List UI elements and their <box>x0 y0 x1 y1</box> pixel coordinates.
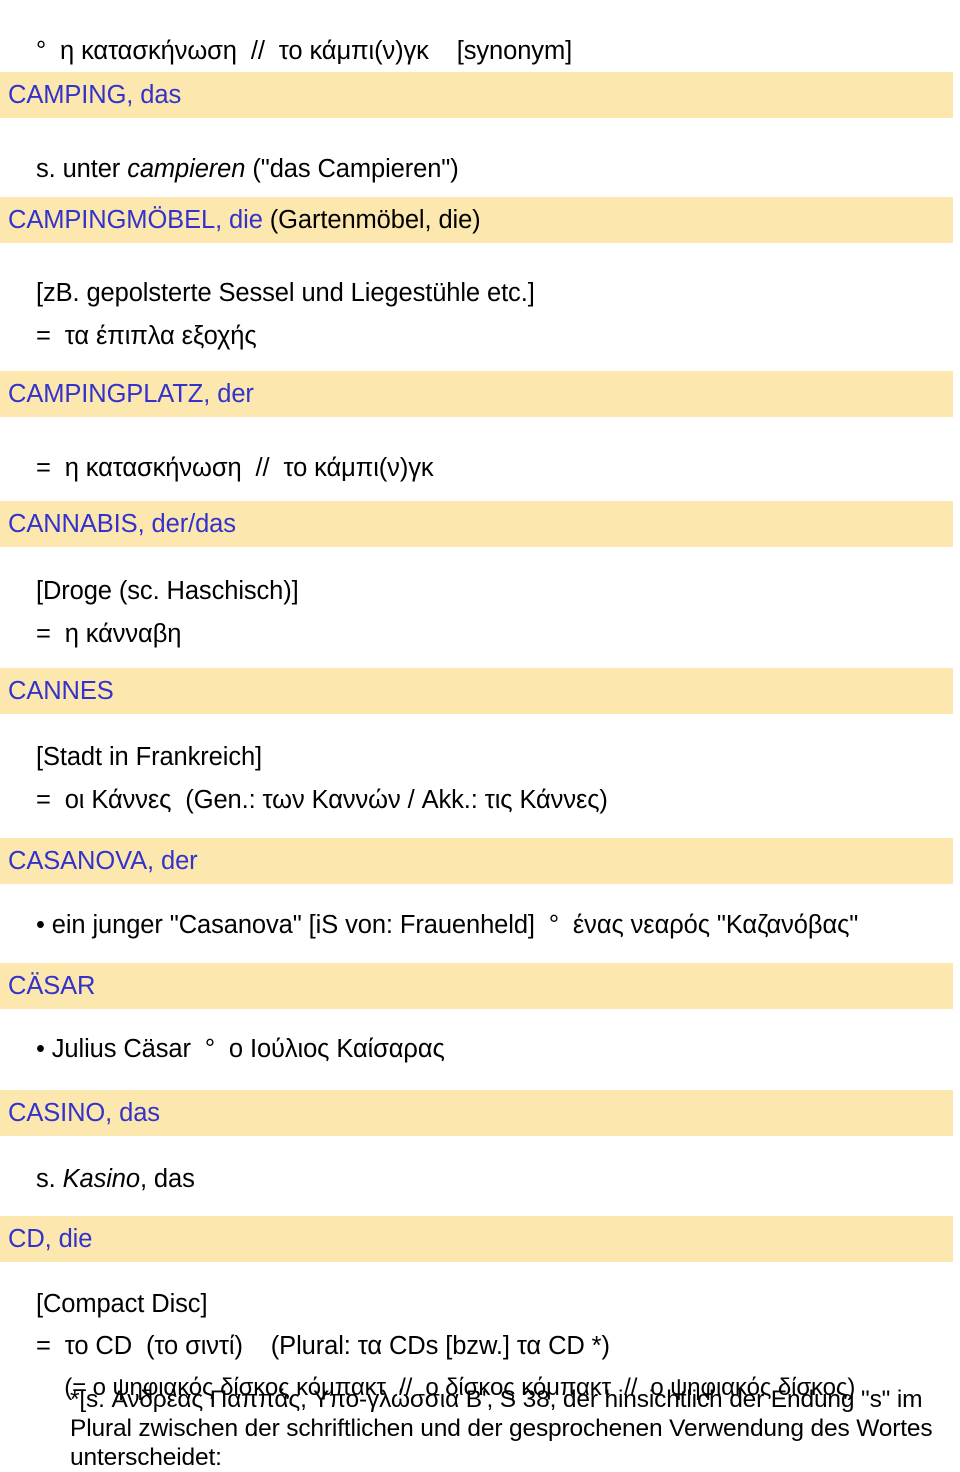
body-text-italic: Kasino <box>62 1165 140 1193</box>
body-text: • Julius Cäsar ° ο Ιούλιος Καίσαρας <box>35 1035 445 1063</box>
entry-headword-campingplatz[interactable]: CAMPINGPLATZ, der <box>0 371 953 417</box>
entry-body-campingplatz-1: = η κατασκήνωση // το κάμπι(ν)γκ <box>0 423 960 513</box>
body-text-tail: ("das Campieren") <box>245 155 459 183</box>
headword-text: CASANOVA, der <box>8 847 198 875</box>
dictionary-page: ° η κατασκήνωση // το κάμπι(ν)γκ [synony… <box>0 0 960 1471</box>
entry-headword-cannabis[interactable]: CANNABIS, der/das <box>0 501 953 547</box>
headword-text: CANNES <box>8 677 114 705</box>
entry-headword-casino[interactable]: CASINO, das <box>0 1090 953 1136</box>
footnote-text: *[s. Ανδρέας Παππάς, Υπο-γλώσσια Β', S 3… <box>70 1386 933 1471</box>
body-text-prefix: s. unter <box>35 155 128 183</box>
entry-body-caesar-1: • Julius Cäsar ° ο Ιούλιος Καίσαρας <box>0 1004 960 1094</box>
entry-body-casino-1: s. Kasino, das <box>0 1134 960 1224</box>
body-text-italic: campieren <box>127 155 246 183</box>
entry-headword-cannes[interactable]: CANNES <box>0 668 953 714</box>
body-text-tail: , das <box>139 1165 195 1193</box>
headword-text: CASINO, das <box>8 1099 160 1127</box>
entry-headword-campingmoebel[interactable]: CAMPINGMÖBEL, die (Gartenmöbel, die) <box>0 197 953 243</box>
headword-text: CAMPINGMÖBEL, die <box>8 206 263 234</box>
top-synonym-text: ° η κατασκήνωση // το κάμπι(ν)γκ [synony… <box>35 37 573 65</box>
headword-text: CAMPINGPLATZ, der <box>8 380 254 408</box>
body-text: • ein junger "Casanova" [iS von: Frauenh… <box>35 911 859 939</box>
body-text: = τα έπιπλα εξοχής <box>35 322 257 350</box>
entry-body-cannabis-2: = η κάνναβη <box>0 589 960 679</box>
headword-text: CANNABIS, der/das <box>8 510 236 538</box>
entry-body-cannes-2: = οι Κάννες (Gen.: των Καννών / Akk.: τι… <box>0 755 960 845</box>
body-text: = η κάνναβη <box>35 620 182 648</box>
body-text: = η κατασκήνωση // το κάμπι(ν)γκ <box>35 454 434 482</box>
headword-text: CD, die <box>8 1225 93 1253</box>
entry-headword-camping[interactable]: CAMPING, das <box>0 72 953 118</box>
body-text-prefix: s. <box>35 1165 63 1193</box>
headword-text: CÄSAR <box>8 972 96 1000</box>
entry-footnote-cd: *[s. Ανδρέας Παππάς, Υπο-γλώσσια Β', S 3… <box>70 1385 950 1472</box>
entry-body-campingmoebel-2: = τα έπιπλα εξοχής <box>0 291 960 381</box>
entry-body-casanova-1: • ein junger "Casanova" [iS von: Frauenh… <box>0 880 960 970</box>
headword-gloss: (Gartenmöbel, die) <box>262 206 481 234</box>
entry-headword-casanova[interactable]: CASANOVA, der <box>0 838 953 884</box>
headword-text: CAMPING, das <box>8 81 182 109</box>
body-text: = οι Κάννες (Gen.: των Καννών / Akk.: τι… <box>35 786 608 814</box>
entry-headword-caesar[interactable]: CÄSAR <box>0 963 953 1009</box>
entry-headword-cd[interactable]: CD, die <box>0 1216 953 1262</box>
